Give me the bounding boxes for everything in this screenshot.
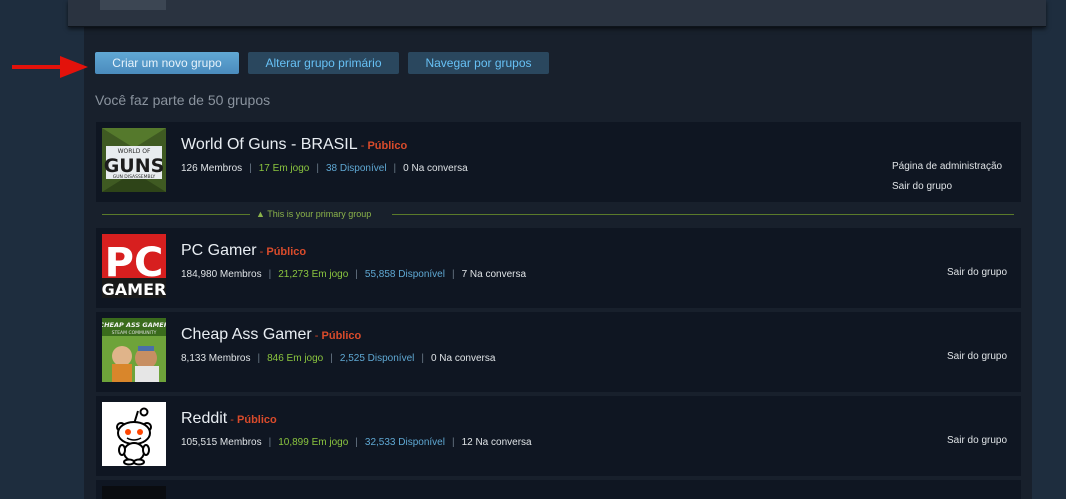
group-visibility: Público (321, 330, 362, 342)
in-chat-count: 12 Na conversa (461, 437, 532, 448)
group-row-partial (96, 480, 1021, 499)
in-game-count: 10,899 Em jogo (278, 437, 349, 448)
group-title: World Of Guns - BRASIL - Público (181, 136, 408, 153)
group-name-link[interactable]: PC Gamer (181, 242, 257, 259)
red-arrow-icon (12, 56, 88, 78)
group-avatar-world-of-guns[interactable]: WORLD OF GUNS GUN DISASSEMBLY (102, 128, 166, 192)
in-game-count: 21,273 Em jogo (278, 269, 349, 280)
group-name-link[interactable]: Cheap Ass Gamer (181, 326, 312, 343)
logo-text-main: GAMER (102, 280, 166, 298)
in-chat-count: 7 Na conversa (461, 269, 527, 280)
in-chat-count: 0 Na conversa (403, 163, 468, 174)
members-count: 8,133 Membros (181, 353, 251, 364)
logo-text-main: STEAM COMMUNITY (112, 330, 157, 336)
group-title: PC Gamer - Público (181, 242, 307, 259)
group-row: PC GAMER PC Gamer - Público 184,980 Memb… (96, 228, 1021, 308)
primary-group-label: ▲ This is your primary group (256, 209, 372, 219)
reddit-alien-icon (102, 402, 166, 466)
change-primary-group-button[interactable]: Alterar grupo primário (248, 52, 399, 74)
leave-group-link[interactable]: Sair do grupo (947, 351, 1007, 362)
logo-text-bottom: GUN DISASSEMBLY (113, 174, 156, 180)
members-count: 105,515 Membros (181, 437, 262, 448)
groups-count-text: Você faz parte de 50 grupos (95, 92, 271, 108)
group-avatar-cheap-ass-gamer[interactable]: CHEAP ASS GAMER STEAM COMMUNITY (102, 318, 166, 382)
page-background-right (1032, 0, 1066, 499)
pc-gamer-logo: PC GAMER (102, 234, 166, 298)
leave-group-link[interactable]: Sair do grupo (892, 181, 952, 192)
in-chat-count: 0 Na conversa (430, 353, 496, 364)
admin-page-link[interactable]: Página de administração (892, 161, 1002, 172)
online-count: 55,858 Disponível (364, 269, 445, 280)
create-group-button[interactable]: Criar um novo grupo (95, 52, 239, 74)
leave-group-link[interactable]: Sair do grupo (947, 267, 1007, 278)
logo-text-main: GUNS (104, 155, 165, 177)
members-count: 184,980 Membros (181, 269, 262, 280)
group-avatar-reddit[interactable] (102, 402, 166, 466)
online-count: 2,525 Disponível (339, 353, 415, 364)
group-visibility: Público (266, 246, 307, 258)
primary-group-divider: ▲ This is your primary group (102, 209, 1014, 219)
group-title: Reddit - Público (181, 410, 277, 427)
online-count: 32,533 Disponível (364, 437, 445, 448)
group-stats: 105,515 Membros | 10,899 Em jogo | 32,533 Di… (181, 437, 532, 448)
profile-avatar (100, 0, 166, 10)
online-count: 38 Disponível (325, 163, 387, 174)
leave-group-link[interactable]: Sair do grupo (947, 435, 1007, 446)
logo-text-top: CHEAP ASS GAMER (102, 321, 166, 329)
logo-text-top: WORLD OF (118, 148, 151, 155)
members-count: 126 Membros (181, 163, 243, 174)
group-row: CHEAP ASS GAMER STEAM COMMUNITY Cheap As… (96, 312, 1021, 392)
world-of-guns-logo: WORLD OF GUNS GUN DISASSEMBLY (102, 128, 166, 192)
group-avatar-pc-gamer[interactable]: PC GAMER (102, 234, 166, 298)
group-visibility: Público (367, 140, 408, 152)
group-stats: 126 Membros | 17 Em jogo | 38 Disponível | 0 N… (181, 163, 468, 174)
cheap-ass-gamer-logo: CHEAP ASS GAMER STEAM COMMUNITY (102, 318, 166, 382)
group-title: Cheap Ass Gamer - Público (181, 326, 362, 343)
in-game-count: 846 Em jogo (267, 353, 324, 364)
group-stats: 184,980 Membros | 21,273 Em jogo | 55,858 Di… (181, 269, 527, 280)
group-avatar-partial[interactable] (102, 486, 166, 499)
group-name-link[interactable]: World Of Guns - BRASIL (181, 136, 358, 153)
group-row: Reddit - Público 105,515 Membros | 10,899 … (96, 396, 1021, 476)
in-game-count: 17 Em jogo (258, 163, 310, 174)
group-name-link[interactable]: Reddit (181, 410, 227, 427)
profile-header-panel (68, 0, 1046, 27)
group-row: WORLD OF GUNS GUN DISASSEMBLY World Of G… (96, 122, 1021, 202)
group-stats: 8,133 Membros | 846 Em jogo | 2,525 Disponív… (181, 353, 496, 364)
group-visibility: Público (237, 414, 277, 426)
browse-groups-button[interactable]: Navegar por grupos (408, 52, 549, 74)
